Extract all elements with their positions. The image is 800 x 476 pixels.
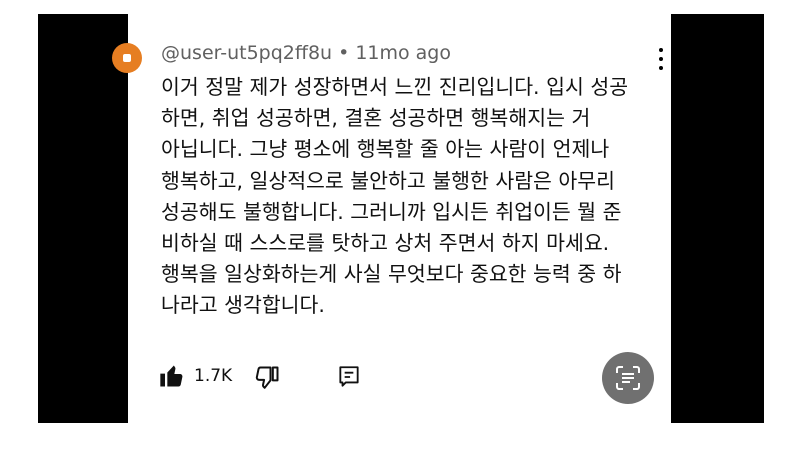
meta-separator: • bbox=[338, 42, 350, 64]
thumbs-up-icon[interactable] bbox=[158, 362, 186, 390]
comment-meta: @user-ut5pq2ff8u • 11mo ago bbox=[161, 42, 451, 64]
lens-scan-icon[interactable] bbox=[602, 352, 654, 404]
avatar[interactable] bbox=[112, 43, 142, 73]
comment-actions: 1.7K bbox=[158, 362, 658, 392]
author-name[interactable]: @user-ut5pq2ff8u bbox=[161, 42, 332, 64]
comment-line: 성공해도 불행합니다. 그러니까 입시든 취업이든 뭘 준 bbox=[161, 199, 622, 224]
comment-line: 행복을 일상화하는게 사실 무엇보다 중요한 능력 중 하 bbox=[161, 262, 622, 287]
comment-line: 나라고 생각합니다. bbox=[161, 293, 325, 318]
reply-icon[interactable] bbox=[336, 364, 362, 390]
comment-line: 아닙니다. 그냥 평소에 행복할 줄 아는 사람이 언제나 bbox=[161, 137, 610, 162]
left-black-bar bbox=[38, 14, 128, 423]
comment-line: 이거 정말 제가 성장하면서 느낀 진리입니다. 입시 성공 bbox=[161, 75, 629, 99]
comment-line: 하면, 취업 성공하면, 결혼 성공하면 행복해지는 거 bbox=[161, 106, 591, 131]
comment-line: 비하실 때 스스로를 탓하고 상처 주면서 하지 마세요. bbox=[161, 231, 610, 256]
comment-time: 11mo ago bbox=[355, 42, 451, 64]
like-count: 1.7K bbox=[194, 366, 233, 386]
right-black-bar bbox=[671, 14, 764, 423]
comment-line: 행복하고, 일상적으로 불안하고 불행한 사람은 아무리 bbox=[161, 168, 616, 193]
thumbs-down-icon[interactable] bbox=[253, 364, 281, 392]
comment-text: 이거 정말 제가 성장하면서 느낀 진리입니다. 입시 성공 하면, 취업 성공… bbox=[161, 72, 666, 322]
